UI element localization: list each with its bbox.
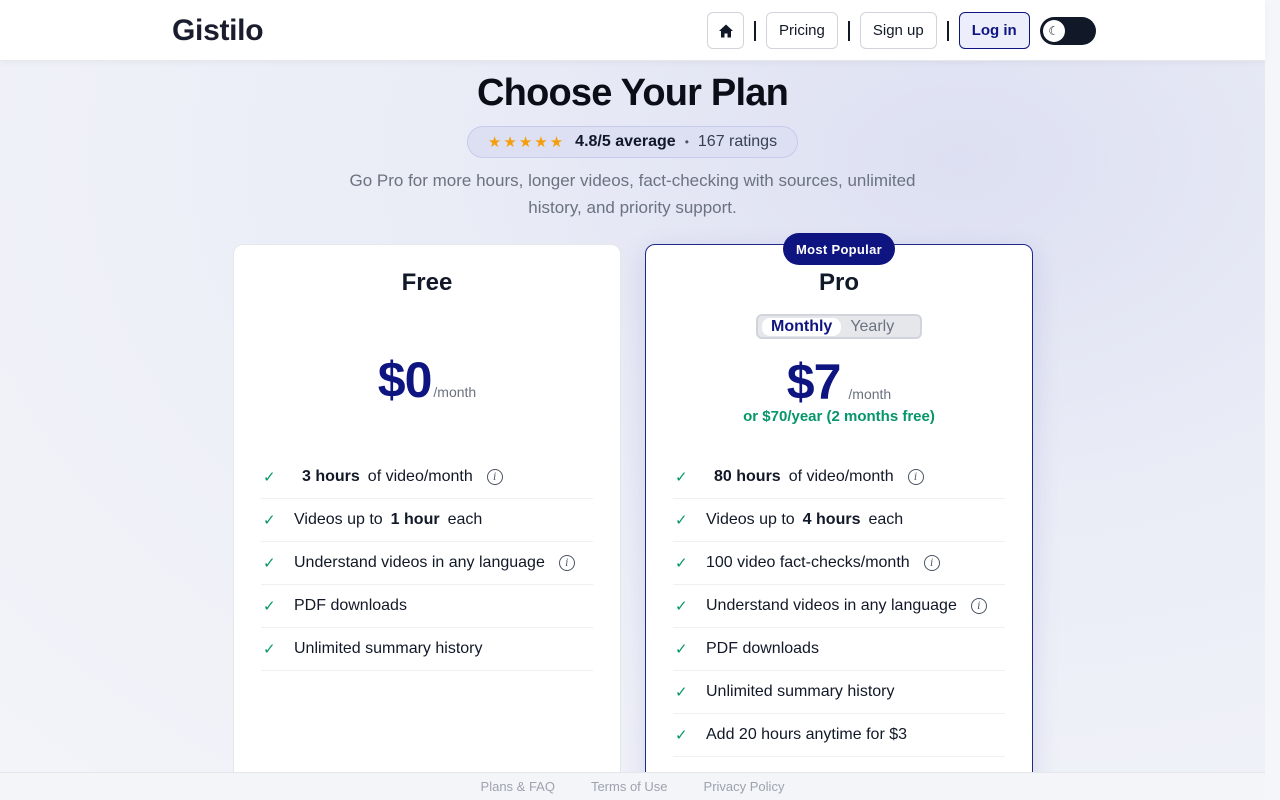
check-icon: ✓ (675, 598, 688, 615)
home-button[interactable] (707, 12, 744, 49)
home-icon (718, 24, 733, 37)
feature-item: ✓ PDF downloads (261, 585, 593, 628)
yearly-price-note: or $70/year (2 months free) (743, 408, 935, 425)
feature-item: ✓ Videos up to 4 hours each (673, 499, 1005, 542)
feature-text-pre: Videos up to (706, 511, 795, 528)
pricing-button[interactable]: Pricing (766, 12, 838, 49)
feature-text-bold: 80 hours (714, 468, 781, 485)
rating-average: 4.8/5 average (575, 133, 676, 150)
top-nav: Gistilo Pricing Sign up Log in ☾ (0, 0, 1265, 61)
rating-separator: • (684, 135, 689, 149)
plan-card-free: Free $0 /month ✓ 3 hours of video/month i ✓ V… (233, 244, 621, 800)
moon-icon: ☾ (1042, 19, 1065, 42)
feature-text-pre: Add 20 hours anytime for $3 (706, 726, 908, 743)
feature-text-pre: Unlimited summary history (706, 683, 895, 700)
logo[interactable]: Gistilo (172, 14, 264, 48)
footer: Plans & FAQ Terms of Use Privacy Policy (0, 772, 1265, 800)
billing-monthly-option[interactable]: Monthly (762, 317, 842, 336)
scrollbar[interactable] (1265, 0, 1280, 800)
check-icon: ✓ (675, 641, 688, 658)
feature-text-bold: 3 hours (302, 468, 360, 485)
feature-text-pre: PDF downloads (294, 597, 407, 614)
check-icon: ✓ (675, 727, 688, 744)
info-icon[interactable]: i (923, 555, 940, 571)
feature-text-pre: Unlimited summary history (294, 640, 483, 657)
plan-price: $0 (377, 352, 433, 408)
nav-divider (946, 20, 949, 41)
plan-name: Pro (818, 269, 859, 296)
feature-text-post: of video/month (788, 468, 894, 485)
check-icon: ✓ (263, 512, 276, 529)
check-icon: ✓ (675, 469, 688, 486)
rating-badge: ★★★★★ 4.8/5 average • 167 ratings (467, 126, 798, 158)
feature-item: ✓ Unlimited summary history (261, 628, 593, 671)
check-icon: ✓ (675, 555, 688, 572)
feature-text-post: each (447, 511, 483, 528)
feature-text-bold: 1 hour (390, 511, 440, 528)
info-icon[interactable]: i (907, 469, 924, 485)
signup-button[interactable]: Sign up (859, 12, 937, 49)
feature-list: ✓ 80 hours of video/month i ✓ Videos up to 4 h… (673, 456, 1005, 757)
price-row: $7 /month (646, 353, 1032, 411)
feature-item: ✓ Understand videos in any language i (261, 542, 593, 585)
feature-text-post: each (868, 511, 904, 528)
feature-item: ✓ 100 video fact-checks/month i (673, 542, 1005, 585)
price-row: $0 /month (234, 351, 620, 409)
feature-list: ✓ 3 hours of video/month i ✓ Videos up to 1 ho… (261, 456, 593, 671)
feature-text-pre: 100 video fact-checks/month (706, 554, 910, 571)
feature-item: ✓ Understand videos in any language i (673, 585, 1005, 628)
footer-link-plans-faq[interactable]: Plans & FAQ (481, 779, 555, 794)
feature-item: ✓ Unlimited summary history (673, 671, 1005, 714)
billing-yearly-option[interactable]: Yearly (841, 318, 903, 336)
plan-card-pro: Most Popular Pro Monthly Yearly $7 /mont… (645, 233, 1033, 800)
nav-divider (847, 20, 850, 41)
feature-text-pre: Understand videos in any language (706, 597, 957, 614)
feature-item: ✓ Add 20 hours anytime for $3 (673, 714, 1005, 757)
plan-name: Free (401, 269, 453, 296)
feature-item: ✓ Videos up to 1 hour each (261, 499, 593, 542)
feature-text-post: of video/month (367, 468, 473, 485)
feature-text-bold: 4 hours (802, 511, 861, 528)
footer-link-privacy[interactable]: Privacy Policy (704, 779, 785, 794)
feature-item: ✓ 3 hours of video/month i (261, 456, 593, 499)
nav-divider (754, 20, 756, 41)
feature-text-pre: Videos up to (294, 511, 383, 528)
most-popular-badge: Most Popular (783, 233, 895, 265)
check-icon: ✓ (263, 555, 276, 572)
info-icon[interactable]: i (558, 555, 575, 571)
check-icon: ✓ (263, 598, 276, 615)
rating-count: 167 ratings (697, 133, 778, 150)
price-period: /month (433, 384, 477, 400)
footer-link-terms[interactable]: Terms of Use (591, 779, 668, 794)
price-period: /month (848, 386, 892, 402)
info-icon[interactable]: i (486, 469, 503, 485)
check-icon: ✓ (675, 684, 688, 701)
plan-price: $7 (786, 354, 842, 410)
feature-text-pre: PDF downloads (706, 640, 819, 657)
feature-text-pre: Understand videos in any language (294, 554, 545, 571)
page-title: Choose Your Plan (477, 72, 789, 114)
info-icon[interactable]: i (970, 598, 987, 614)
feature-item: ✓ 80 hours of video/month i (673, 456, 1005, 499)
check-icon: ✓ (263, 641, 276, 658)
check-icon: ✓ (675, 512, 688, 529)
billing-period-toggle: Monthly Yearly (756, 314, 922, 339)
page-subtitle: Go Pro for more hours, longer videos, fa… (349, 171, 916, 217)
nav-actions: Pricing Sign up Log in ☾ (707, 12, 1096, 49)
check-icon: ✓ (263, 469, 276, 486)
login-button[interactable]: Log in (958, 12, 1030, 49)
feature-item: ✓ PDF downloads (673, 628, 1005, 671)
star-rating-icon: ★★★★★ (487, 134, 566, 151)
theme-toggle[interactable]: ☾ (1039, 16, 1096, 45)
